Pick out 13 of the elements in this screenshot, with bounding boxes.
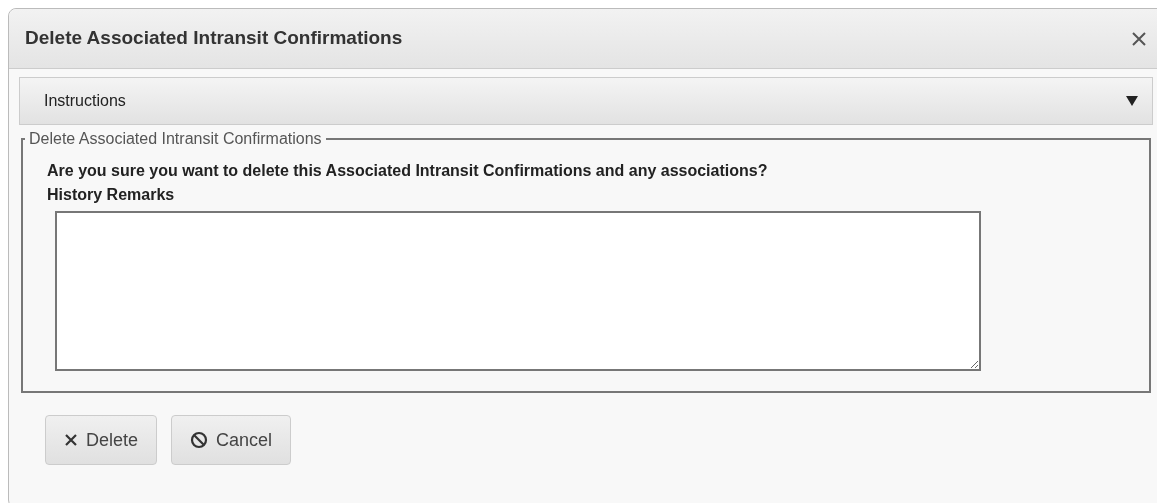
x-icon [64, 433, 78, 447]
instructions-header[interactable]: Instructions [19, 77, 1153, 125]
instructions-label: Instructions [44, 91, 126, 111]
cancel-button[interactable]: Cancel [171, 415, 292, 465]
prohibited-icon [190, 431, 209, 449]
fieldset-legend: Delete Associated Intransit Confirmations [25, 127, 326, 151]
field-label: History Remarks [47, 185, 176, 205]
close-icon[interactable] [1131, 30, 1147, 47]
history-remarks-field[interactable] [55, 211, 981, 371]
confirmation-question: Are you sure you want to delete this Associated Intransit Confirmations and any associations? [47, 161, 769, 181]
dialog-title: Delete Associated Intransit Confirmations [25, 26, 403, 51]
delete-button[interactable]: Delete [45, 415, 158, 465]
down-triangle-icon [1126, 96, 1138, 106]
